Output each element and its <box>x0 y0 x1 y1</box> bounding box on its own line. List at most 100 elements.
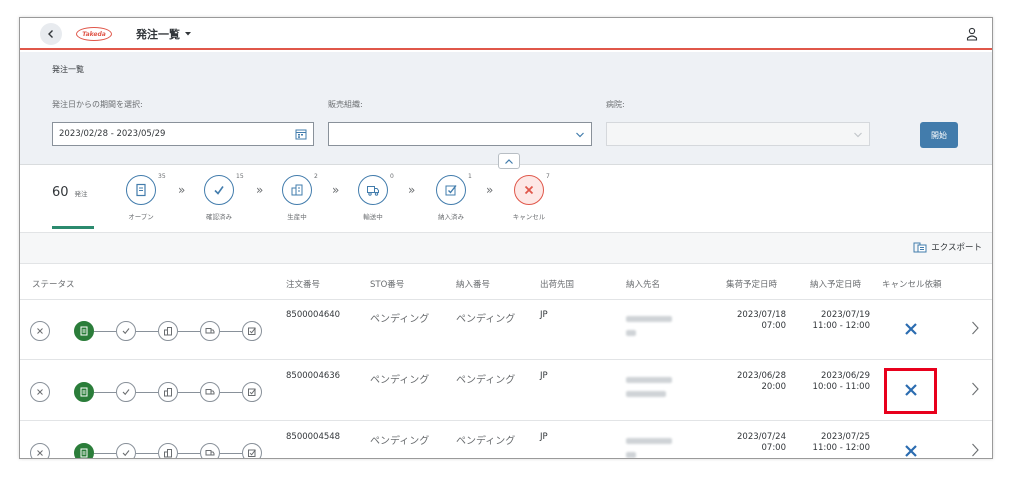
chevron-up-icon <box>505 158 513 164</box>
cancel-icon <box>514 175 544 205</box>
caret-down-icon <box>185 32 191 36</box>
check-icon <box>204 175 234 205</box>
status-node-factory-icon <box>158 382 178 402</box>
status-node-check-icon <box>116 382 136 402</box>
step-label: キャンセル <box>512 213 546 221</box>
status-node-truck-icon <box>200 321 220 341</box>
sales-org-label: 販売組織: <box>328 100 363 109</box>
collapse-header-button[interactable] <box>498 153 520 169</box>
total-orders-filter[interactable]: 60 発注 <box>52 185 88 200</box>
status-node-doc-icon <box>74 321 94 341</box>
col-ship-to-name[interactable]: 納入先名 <box>626 278 660 290</box>
order-number: 8500004548 <box>286 432 341 442</box>
cancel-request-button[interactable] <box>900 318 922 340</box>
status-node-x-icon <box>30 443 50 458</box>
col-cancel-request[interactable]: キャンセル依頼 <box>882 278 942 290</box>
pickup-datetime: 2023/07/24 07:00 <box>737 432 786 453</box>
close-icon <box>905 323 917 335</box>
step-label: 納入済み <box>438 213 464 221</box>
row-navigation-button[interactable] <box>970 320 980 340</box>
status-tracker <box>30 443 262 458</box>
redacted-ship-to-name <box>626 330 636 336</box>
status-step-open[interactable]: 35 オープン <box>112 173 172 231</box>
delivery-number: ペンディング <box>456 436 516 447</box>
status-connector <box>136 331 158 332</box>
app-title-menu[interactable]: 発注一覧 <box>136 26 192 42</box>
filter-bar: 発注一覧 発注日からの期間を選択: 2023/02/28 - 2023/05/2… <box>20 52 992 164</box>
table-row[interactable]: 8500004548 ペンディング ペンディング JP 2023/07/24 07:00 2… <box>20 422 992 458</box>
total-count: 60 <box>52 185 69 200</box>
sto-number: ペンディング <box>370 314 430 325</box>
double-chevron-icon: » <box>486 183 494 197</box>
redacted-ship-to-name <box>626 391 666 397</box>
status-connector <box>94 392 116 393</box>
col-order-no[interactable]: 注文番号 <box>286 278 320 290</box>
hospital-label: 病院: <box>606 100 625 109</box>
col-delivery-date[interactable]: 納入予定日時 <box>810 278 861 290</box>
status-connector <box>220 331 242 332</box>
redacted-ship-to-name <box>626 452 636 458</box>
go-button[interactable]: 開始 <box>920 122 958 148</box>
status-tracker <box>30 321 262 341</box>
status-step-confirmed[interactable]: 15 確認済み <box>190 173 250 231</box>
table-row[interactable]: 8500004640 ペンディング ペンディング JP 2023/07/18 07:00 2… <box>20 300 992 360</box>
delivery-number: ペンディング <box>456 375 516 386</box>
export-button[interactable]: エクスポート <box>913 241 982 253</box>
step-count: 15 <box>236 173 244 180</box>
step-count: 35 <box>158 173 166 180</box>
pickup-datetime: 2023/06/28 20:00 <box>737 371 786 392</box>
back-button[interactable] <box>40 23 62 45</box>
chevron-down-icon <box>576 132 584 138</box>
status-step-cancelled[interactable]: 7 キャンセル <box>500 173 560 231</box>
col-delivery-no[interactable]: 納入番号 <box>456 278 490 290</box>
table-row[interactable]: 8500004636 ペンディング ペンディング JP 2023/06/28 20:00 2… <box>20 361 992 421</box>
step-label: 確認済み <box>206 213 232 221</box>
redacted-ship-to-name <box>626 438 672 444</box>
status-connector <box>178 453 200 454</box>
status-node-doc-icon <box>74 443 94 458</box>
col-pickup-date[interactable]: 集荷予定日時 <box>726 278 777 290</box>
section-title: 発注一覧 <box>52 65 84 74</box>
sales-org-select[interactable] <box>328 122 592 146</box>
user-icon[interactable] <box>966 26 978 45</box>
ship-country: JP <box>540 310 548 320</box>
chevron-right-icon <box>972 382 979 396</box>
document-icon <box>126 175 156 205</box>
order-number: 8500004636 <box>286 371 341 381</box>
status-node-x-icon <box>30 382 50 402</box>
step-count: 0 <box>390 173 394 180</box>
cancel-request-button[interactable] <box>900 440 922 458</box>
delivery-datetime: 2023/07/19 11:00 - 12:00 <box>812 310 870 331</box>
selected-indicator <box>52 226 94 229</box>
export-icon <box>913 242 927 253</box>
total-unit: 発注 <box>74 190 88 198</box>
date-range-value: 2023/02/28 - 2023/05/29 <box>59 129 166 139</box>
double-chevron-icon: » <box>408 183 416 197</box>
double-chevron-icon: » <box>256 183 264 197</box>
status-step-shipping[interactable]: 0 輸送中 <box>344 173 404 231</box>
status-step-delivered[interactable]: 1 納入済み <box>422 173 482 231</box>
col-sto-no[interactable]: STO番号 <box>370 278 404 290</box>
calendar-icon[interactable] <box>295 128 307 140</box>
col-status[interactable]: ステータス <box>32 278 75 290</box>
status-connector <box>94 331 116 332</box>
status-connector <box>220 392 242 393</box>
status-node-check-icon <box>116 443 136 458</box>
delivery-number: ペンディング <box>456 314 516 325</box>
step-label: 輸送中 <box>363 213 383 221</box>
col-ship-country[interactable]: 出荷先国 <box>540 278 574 290</box>
chevron-right-icon <box>972 321 979 335</box>
highlight-box <box>884 368 937 414</box>
row-navigation-button[interactable] <box>970 442 980 458</box>
status-step-production[interactable]: 2 生産中 <box>268 173 328 231</box>
export-label: エクスポート <box>931 243 982 253</box>
date-range-input[interactable]: 2023/02/28 - 2023/05/29 <box>52 122 314 146</box>
order-number: 8500004640 <box>286 310 341 320</box>
row-navigation-button[interactable] <box>970 381 980 401</box>
status-node-doc-icon <box>74 382 94 402</box>
hospital-select[interactable] <box>606 122 870 146</box>
status-node-delivered-icon <box>242 382 262 402</box>
status-connector <box>94 453 116 454</box>
delivered-icon <box>436 175 466 205</box>
app-title: 発注一覧 <box>136 28 180 41</box>
